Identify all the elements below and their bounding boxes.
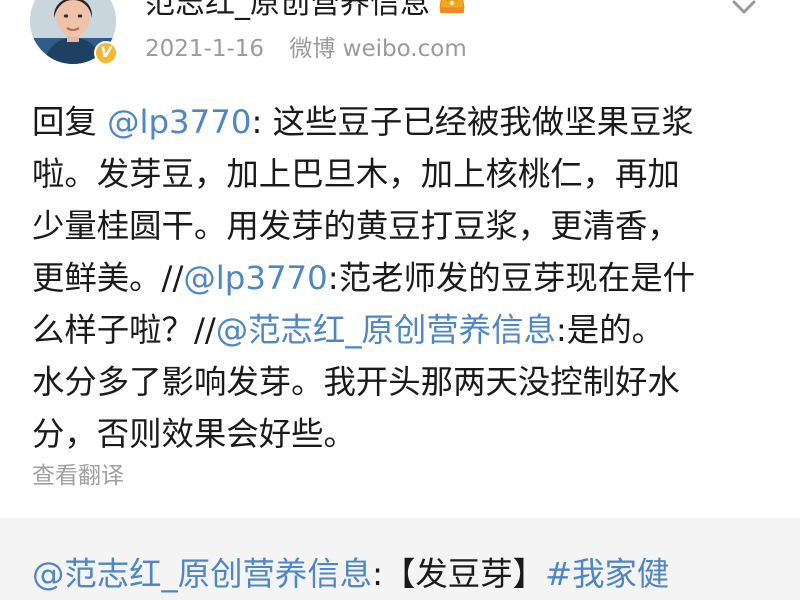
mention-link[interactable]: @lp3770 [107,103,251,141]
post-source: 微博 weibo.com [289,36,467,62]
author-avatar[interactable]: V [30,0,118,65]
chevron-down-icon[interactable] [728,0,760,20]
translate-link[interactable]: 查看翻译 [32,460,124,492]
post-text-line: 啦。发芽豆，加上巴旦木，加上核桃仁，再加 [32,155,680,193]
repost-text-line: @范志红_原创营养信息:【发豆芽】#我家健 [32,548,669,600]
post-body: 回复 @lp3770: 这些豆子已经被我做坚果豆浆 啦。发芽豆，加上巴旦木，加上… [32,96,777,460]
mention-link[interactable]: @范志红_原创营养信息 [216,311,556,349]
author-name[interactable]: 范志红_原创营养信息 [145,0,430,22]
post-text-line: 更鲜美。//@lp3770:范老师发的豆芽现在是什 [32,252,777,304]
post-meta: 2021-1-16 微博 weibo.com [145,34,467,64]
post-text: :是的。 [555,311,664,349]
mention-link[interactable]: @lp3770 [183,259,327,297]
repost-text: :【发豆芽】 [372,555,545,593]
post-text-line: 回复 @lp3770: 这些豆子已经被我做坚果豆浆 [32,96,777,148]
post-text: 么样子啦？// [32,311,216,349]
post-date: 2021-1-16 [145,36,265,62]
post-text: :范老师发的豆芽现在是什 [327,259,695,297]
post-header: V 范志红_原创营养信息 2021-1-16 微博 weibo.com [0,0,800,85]
post-text-line: 分，否则效果会好些。 [32,415,356,453]
reposted-post[interactable]: @范志红_原创营养信息:【发豆芽】#我家健 [0,518,800,600]
crown-icon [439,0,465,13]
reply-prefix: 回复 [32,103,108,141]
post-text-line: 么样子啦？//@范志红_原创营养信息:是的。 [32,304,777,356]
post-text-line: 少量桂圆干。用发芽的黄豆打豆浆，更清香， [32,207,680,245]
post-text: : 这些豆子已经被我做坚果豆浆 [251,103,694,141]
mention-link[interactable]: @范志红_原创营养信息 [32,555,372,593]
post-text-line: 水分多了影响发芽。我开头那两天没控制好水 [32,363,680,401]
post-text: 更鲜美。// [32,259,184,297]
verified-v-icon: V [94,41,118,65]
hashtag-link[interactable]: #我家健 [545,555,669,593]
